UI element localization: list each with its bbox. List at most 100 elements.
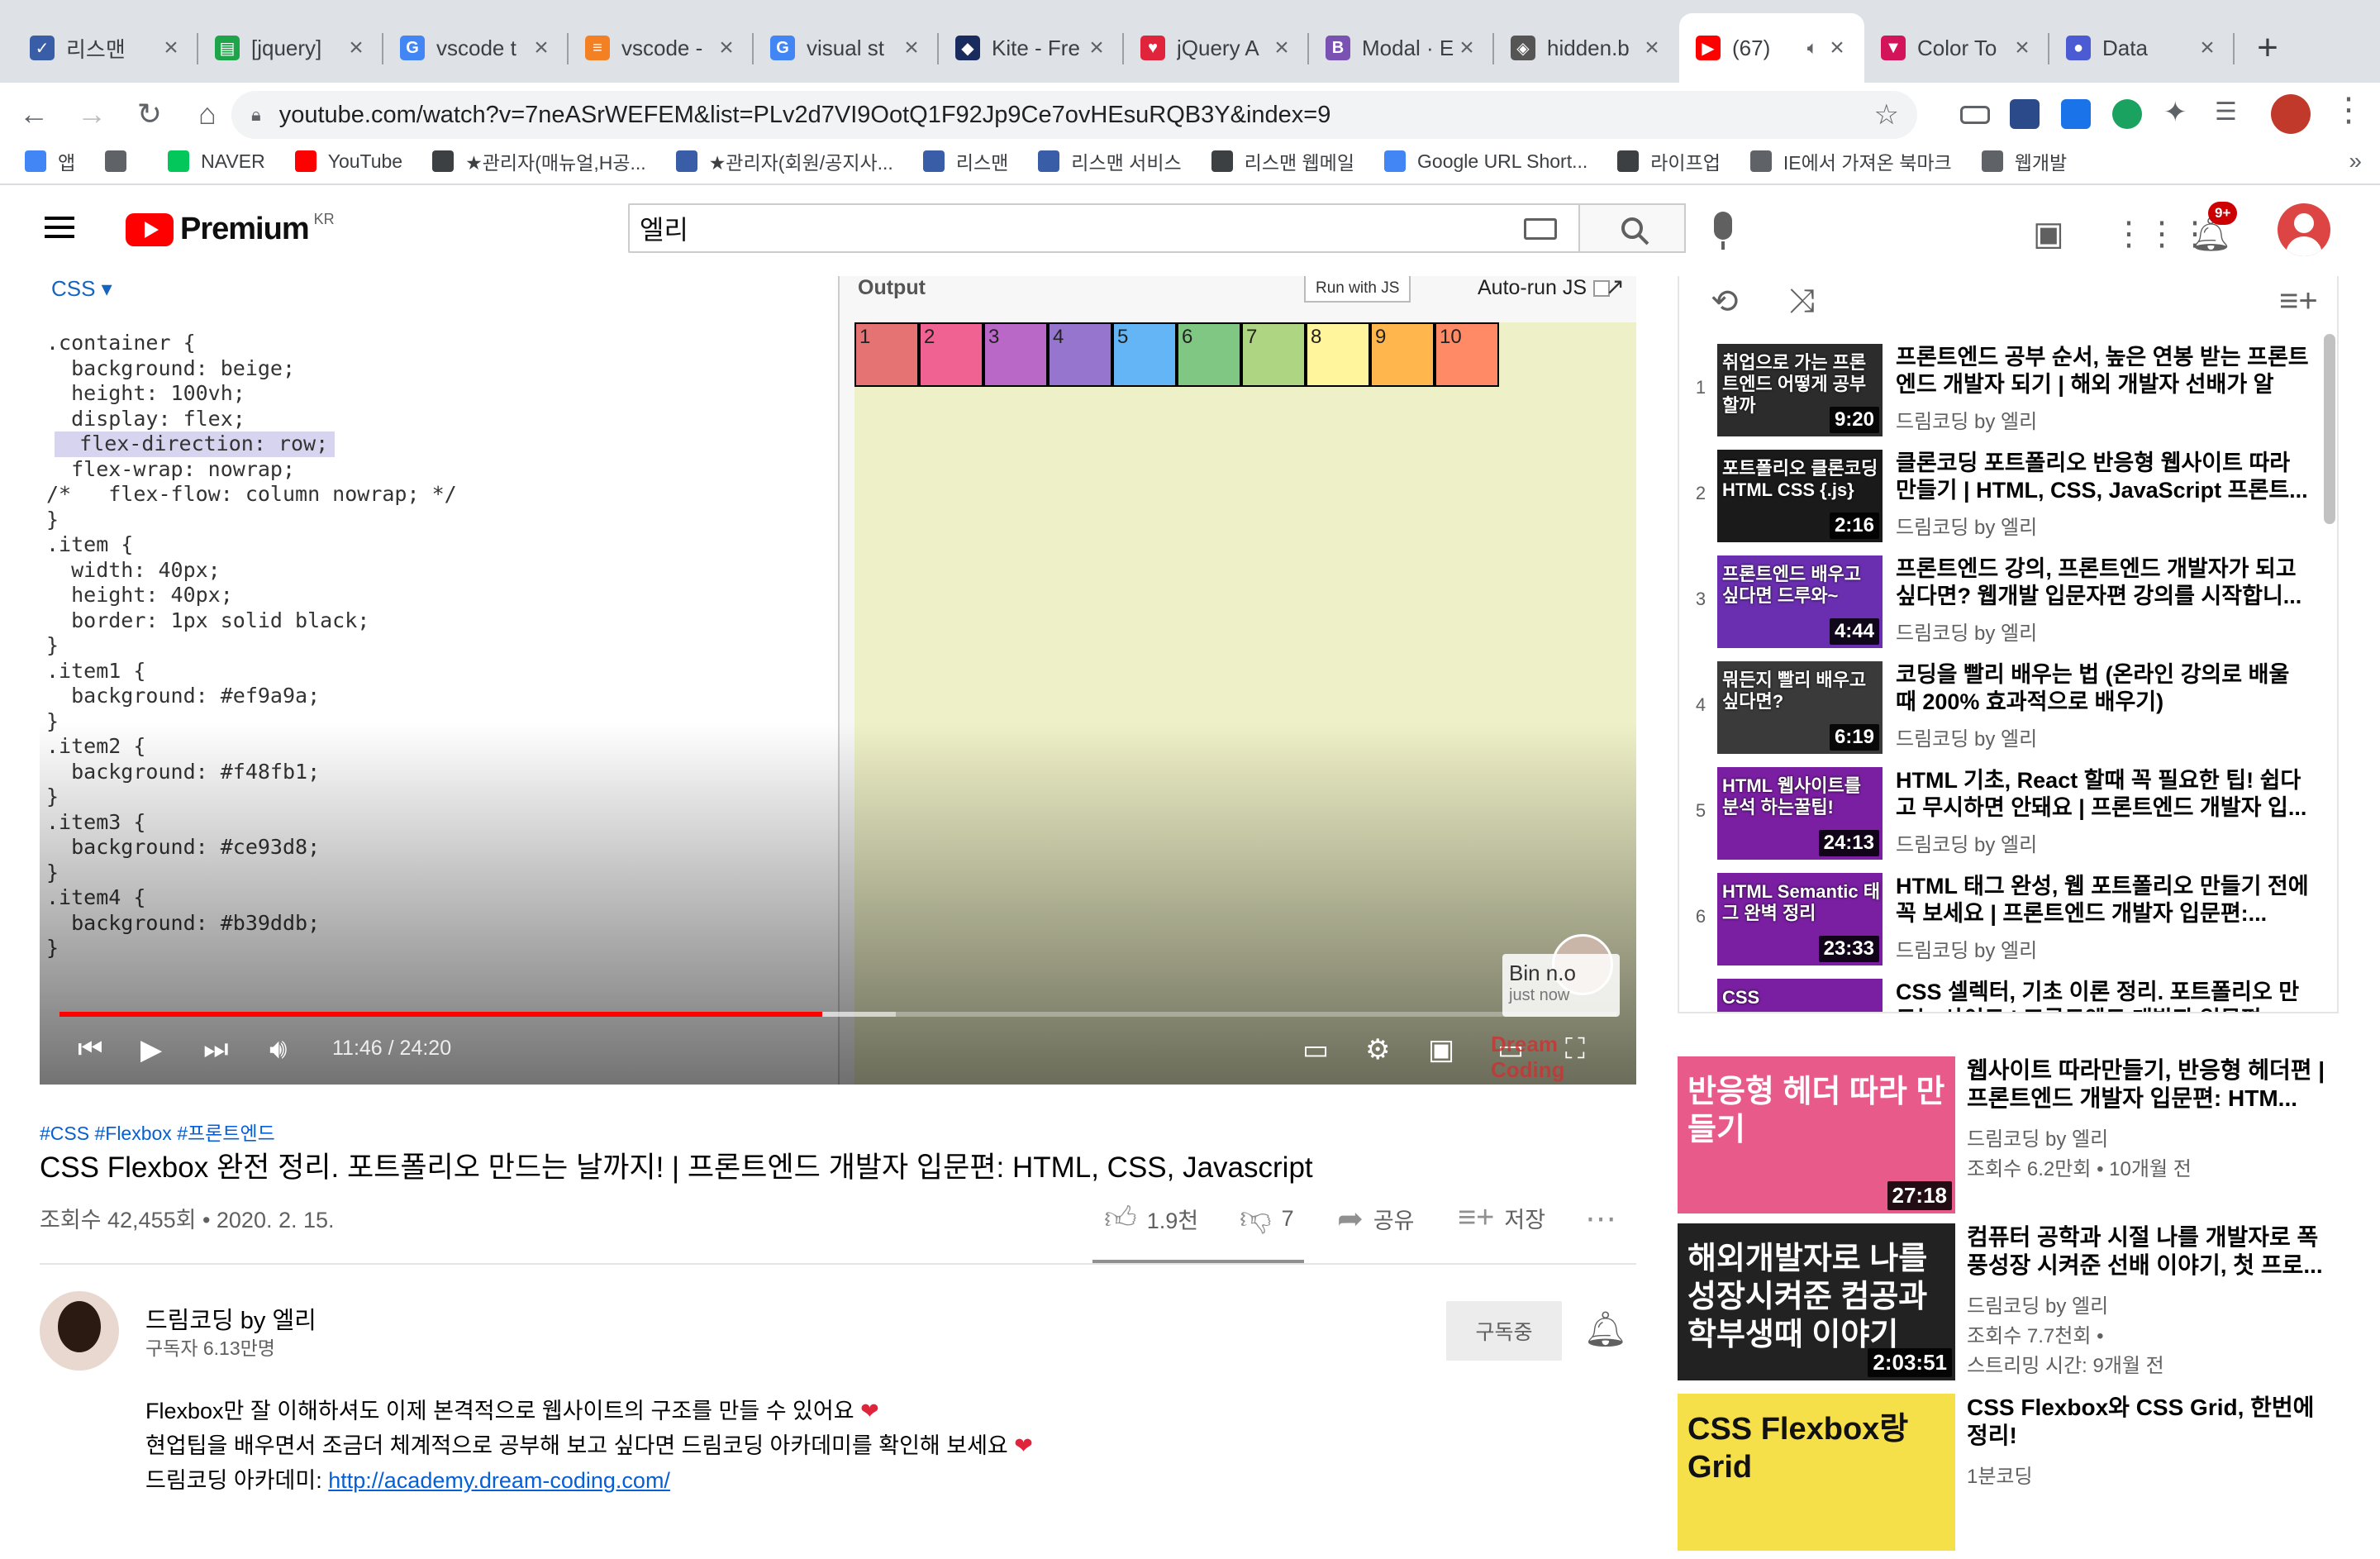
playlist-thumbnail[interactable]: 프론트엔드 배우고 싶다면 드루와~ 4:44 bbox=[1717, 555, 1883, 648]
playlist-thumbnail[interactable]: 뭐든지 빨리 배우고 싶다면? 6:19 bbox=[1717, 661, 1883, 754]
recommended-video[interactable]: 해외개발자로 나를 성장시켜준 컴공과 학부생때 이야기 2:03:51 컴퓨터 공… bbox=[1678, 1223, 2355, 1389]
recommended-thumbnail[interactable]: 해외개발자로 나를 성장시켜준 컴공과 학부생때 이야기 2:03:51 bbox=[1678, 1223, 1955, 1380]
browser-tab[interactable]: ≡ vscode - × bbox=[569, 13, 754, 83]
browser-tab[interactable]: ♥ jQuery A × bbox=[1124, 13, 1309, 83]
subscribe-button[interactable]: 구독중 bbox=[1446, 1301, 1562, 1361]
recommended-video[interactable]: 반응형 헤더 따라 만들기 27:18 웹사이트 따라만들기, 반응형 헤더편 | … bbox=[1678, 1056, 2355, 1222]
bookmark-item[interactable]: IE에서 가져온 북마크 bbox=[1749, 147, 1952, 175]
close-tab-icon[interactable]: × bbox=[2011, 34, 2033, 62]
browser-tab[interactable]: ● Data × bbox=[2049, 13, 2235, 83]
bookmark-item[interactable]: 앱 bbox=[25, 147, 75, 175]
close-tab-icon[interactable]: × bbox=[1086, 34, 1107, 62]
keyboard-icon[interactable] bbox=[1524, 218, 1557, 240]
bookmark-item[interactable]: YouTube bbox=[294, 150, 402, 173]
recommended-thumbnail[interactable]: 반응형 헤더 따라 만들기 27:18 bbox=[1678, 1056, 1955, 1213]
save-button[interactable]: ≡+ 저장 bbox=[1458, 1200, 1545, 1236]
bookmark-item[interactable]: ★관리자(매뉴얼,H공... bbox=[432, 147, 646, 175]
home-icon[interactable]: ⌂ bbox=[183, 90, 231, 138]
notification-bell-icon[interactable]: 🔔︎ bbox=[1583, 1309, 1627, 1350]
bookmark-item[interactable]: 리스맨 bbox=[922, 147, 1008, 175]
video-hashtags[interactable]: #CSS #Flexbox #프론트엔드 bbox=[40, 1118, 275, 1146]
playlist-item[interactable]: CSS CSS 셀렉터, 기초 이론 정리. 포트폴리오 만드는 사이트 | 프론… bbox=[1679, 979, 2324, 1012]
back-icon[interactable]: ← bbox=[10, 90, 58, 138]
subtitles-icon[interactable]: ▭ bbox=[1302, 1033, 1329, 1066]
close-tab-icon[interactable]: × bbox=[901, 34, 922, 62]
close-tab-icon[interactable]: × bbox=[345, 34, 367, 62]
playlist-thumbnail[interactable]: 취업으로 가는 프론트엔드 어떻게 공부할까 9:20 bbox=[1717, 344, 1883, 436]
account-avatar[interactable] bbox=[2278, 203, 2330, 256]
microphone-icon[interactable] bbox=[1714, 212, 1732, 250]
playlist-item[interactable]: 2 포트폴리오 클론코딩 HTML CSS {.js} 2:16 클론코딩 포트폴리오… bbox=[1679, 450, 2324, 555]
youtube-premium-logo[interactable]: Premium KR bbox=[126, 211, 335, 247]
browser-tab[interactable]: B Modal · E × bbox=[1309, 13, 1494, 83]
previous-icon[interactable]: ⏮ bbox=[78, 1033, 103, 1066]
bookmark-item[interactable]: 웹개발 bbox=[1981, 147, 2067, 175]
dislike-button[interactable]: 👎︎ 7 bbox=[1240, 1200, 1294, 1237]
channel-avatar[interactable] bbox=[40, 1291, 119, 1371]
extension-icon-2[interactable] bbox=[2061, 99, 2091, 129]
playlist-item[interactable]: 4 뭐든지 빨리 배우고 싶다면? 6:19 코딩을 빨리 배우는 법 (온라인 강의… bbox=[1679, 661, 2324, 767]
channel-name[interactable]: 드림코딩 by 엘리 bbox=[145, 1301, 317, 1336]
loop-icon[interactable]: ⟲ bbox=[1711, 283, 1739, 321]
share-button[interactable]: ➦ 공유 bbox=[1337, 1200, 1415, 1237]
recommended-thumbnail[interactable]: CSS Flexbox랑 Grid bbox=[1678, 1394, 1955, 1551]
hamburger-menu-icon[interactable] bbox=[45, 217, 74, 238]
progress-played[interactable] bbox=[60, 1012, 823, 1017]
browser-tab[interactable]: ▤ [jquery] × bbox=[198, 13, 383, 83]
bookmarks-more-icon[interactable]: » bbox=[2349, 148, 2362, 174]
close-tab-icon[interactable]: × bbox=[1641, 34, 1663, 62]
search-button[interactable] bbox=[1580, 203, 1686, 253]
more-actions-icon[interactable]: ⋯ bbox=[1585, 1200, 1626, 1237]
bookmark-item[interactable]: NAVER bbox=[168, 150, 265, 173]
shuffle-icon[interactable]: ⤨ bbox=[1788, 283, 1815, 320]
tab-icon[interactable] bbox=[1960, 106, 1990, 124]
playlist-item[interactable]: 5 HTML 웹사이트를 분석 하는꿀팁! 24:13 HTML 기초, React … bbox=[1679, 767, 2324, 873]
evernote-icon[interactable] bbox=[2112, 99, 2142, 129]
browser-tab[interactable]: ▶ (67) 🔈︎ × bbox=[1679, 13, 1864, 83]
browser-tab[interactable]: Gvscode t × bbox=[383, 13, 569, 83]
close-tab-icon[interactable]: × bbox=[2197, 34, 2218, 62]
playlist-item[interactable]: 1 취업으로 가는 프론트엔드 어떻게 공부할까 9:20 프론트엔드 공부 순서, … bbox=[1679, 344, 2324, 450]
close-tab-icon[interactable]: × bbox=[1456, 34, 1478, 62]
browser-tab[interactable]: ◈ hidden.b × bbox=[1494, 13, 1679, 83]
bookmark-item[interactable]: 라이프업 bbox=[1617, 147, 1721, 175]
close-tab-icon[interactable]: × bbox=[531, 34, 552, 62]
bookmark-item[interactable]: 리스맨 웹메일 bbox=[1211, 147, 1354, 175]
reload-icon[interactable]: ↻ bbox=[126, 90, 174, 138]
new-tab-icon[interactable]: + bbox=[2243, 13, 2292, 83]
puzzle-icon[interactable]: ✦ bbox=[2163, 96, 2193, 128]
playlist-thumbnail[interactable]: HTML 웹사이트를 분석 하는꿀팁! 24:13 bbox=[1717, 767, 1883, 860]
playlist-item[interactable]: 3 프론트엔드 배우고 싶다면 드루와~ 4:44 프론트엔드 강의, 프론트엔드 개… bbox=[1679, 555, 2324, 661]
browser-tab[interactable]: ◆ Kite - Fre × bbox=[939, 13, 1124, 83]
video-player[interactable]: CSS ▾ .container { background: beige; he… bbox=[40, 276, 1636, 1085]
playlist-thumbnail[interactable]: 포트폴리오 클론코딩 HTML CSS {.js} 2:16 bbox=[1717, 450, 1883, 542]
browser-tab[interactable]: ▼ Color To × bbox=[1864, 13, 2049, 83]
tab-audio-icon[interactable]: 🔈︎ bbox=[1807, 37, 1818, 59]
playlist-thumbnail[interactable]: CSS bbox=[1717, 979, 1883, 1012]
profile-avatar[interactable] bbox=[2271, 94, 2311, 134]
browser-tab[interactable]: Gvisual st × bbox=[754, 13, 939, 83]
close-tab-icon[interactable]: × bbox=[1271, 34, 1292, 62]
bookmark-item[interactable]: ★관리자(회원/공지사... bbox=[675, 147, 893, 175]
menu-icon[interactable]: ⋮ bbox=[2332, 91, 2365, 129]
playlist-item[interactable]: 6 HTML Semantic 태그 완벽 정리 23:33 HTML 태그 완성, … bbox=[1679, 873, 2324, 979]
media-control-icon[interactable]: ☰ bbox=[2215, 98, 2244, 127]
create-video-icon[interactable]: ▣ bbox=[2033, 215, 2064, 253]
forward-icon[interactable]: → bbox=[68, 90, 116, 138]
playlist-scrollbar[interactable] bbox=[2324, 334, 2335, 524]
bookmark-star-icon[interactable]: ☆ bbox=[1874, 98, 1899, 131]
bookmark-item[interactable]: Google URL Short... bbox=[1384, 150, 1587, 173]
address-bar[interactable]: 🔒︎ youtube.com/watch?v=7neASrWEFEM&list=… bbox=[231, 91, 1917, 139]
next-icon[interactable]: ⏭ bbox=[203, 1033, 229, 1066]
academy-link[interactable]: http://academy.dream-coding.com/ bbox=[328, 1468, 670, 1493]
recommended-video[interactable]: CSS Flexbox랑 Grid CSS Flexbox와 CSS Grid, … bbox=[1678, 1394, 2355, 1559]
close-tab-icon[interactable]: × bbox=[716, 34, 737, 62]
bookmark-item[interactable]: 리스맨 서비스 bbox=[1038, 147, 1182, 175]
bookmark-item[interactable] bbox=[105, 150, 138, 172]
like-button[interactable]: 👍︎ 1.9천 bbox=[1104, 1200, 1198, 1237]
playlist-thumbnail[interactable]: HTML Semantic 태그 완벽 정리 23:33 bbox=[1717, 873, 1883, 965]
miniplayer-icon[interactable]: ▣ bbox=[1428, 1033, 1454, 1066]
extension-icon[interactable] bbox=[2010, 99, 2040, 129]
close-tab-icon[interactable]: × bbox=[160, 34, 182, 62]
volume-icon[interactable]: 🔊︎ bbox=[269, 1033, 287, 1066]
